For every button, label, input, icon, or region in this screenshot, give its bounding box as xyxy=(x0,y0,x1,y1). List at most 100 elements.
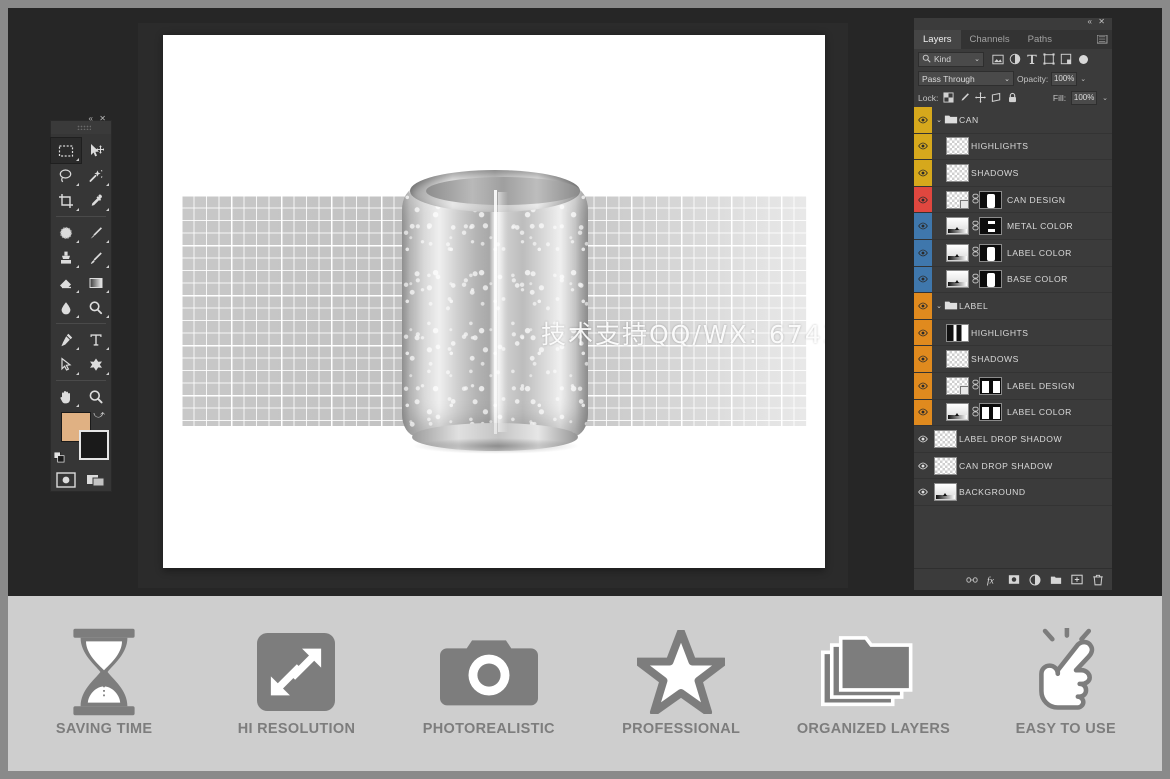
layer-row[interactable]: BASE COLOR xyxy=(914,266,1112,294)
layer-mask-thumbnail[interactable] xyxy=(979,376,1002,395)
zoom-tool[interactable] xyxy=(81,384,111,409)
group-expand-chevron-icon[interactable]: ⌄ xyxy=(934,302,944,310)
layer-thumbnail[interactable] xyxy=(934,483,957,502)
link-layers-icon[interactable] xyxy=(966,574,978,586)
spot-healing-brush-tool[interactable] xyxy=(51,220,81,245)
quick-mask-mode-icon[interactable] xyxy=(55,471,77,489)
close-icon[interactable]: ✕ xyxy=(99,114,106,123)
smart-object-filter-icon[interactable] xyxy=(1059,53,1072,66)
lock-position-icon[interactable] xyxy=(975,92,987,103)
new-layer-icon[interactable] xyxy=(1071,574,1083,586)
layer-row[interactable]: HIGHLIGHTS xyxy=(914,319,1112,347)
layer-row[interactable]: SHADOWS xyxy=(914,346,1112,373)
layer-mask-thumbnail[interactable] xyxy=(979,243,1002,262)
layer-visibility-toggle[interactable] xyxy=(914,293,932,319)
background-color-swatch[interactable] xyxy=(79,430,109,460)
layer-mask-thumbnail[interactable] xyxy=(979,270,1002,289)
path-selection-tool[interactable] xyxy=(51,352,81,377)
adjustment-layer-filter-icon[interactable] xyxy=(1008,53,1021,66)
layer-thumbnail[interactable] xyxy=(946,350,969,369)
screen-mode-icon[interactable] xyxy=(85,471,107,489)
layer-row[interactable]: ⌄ CAN xyxy=(914,107,1112,134)
layer-thumbnail[interactable] xyxy=(946,163,969,182)
layer-visibility-toggle[interactable] xyxy=(914,186,932,213)
layer-thumbnail[interactable] xyxy=(934,429,957,448)
lock-all-icon[interactable] xyxy=(1007,92,1018,103)
shape-layer-filter-icon[interactable] xyxy=(1042,53,1055,66)
type-layer-filter-icon[interactable] xyxy=(1025,53,1038,66)
opacity-input[interactable]: 100% xyxy=(1051,71,1078,86)
lasso-tool[interactable] xyxy=(51,163,81,188)
layer-row[interactable]: LABEL COLOR xyxy=(914,399,1112,427)
layer-thumbnail[interactable] xyxy=(946,190,969,209)
layer-visibility-toggle[interactable] xyxy=(914,107,932,133)
fill-chevron-down-icon[interactable]: ⌄ xyxy=(1102,94,1108,102)
chevron-down-icon[interactable]: ⌄ xyxy=(974,55,980,63)
layer-thumbnail[interactable] xyxy=(934,456,957,475)
shape-tool[interactable] xyxy=(81,352,111,377)
pen-tool[interactable] xyxy=(51,327,81,352)
clone-stamp-tool[interactable] xyxy=(51,245,81,270)
group-expand-chevron-icon[interactable]: ⌄ xyxy=(934,116,944,124)
blur-tool[interactable] xyxy=(51,295,81,320)
delete-layer-icon[interactable] xyxy=(1092,574,1104,586)
crop-tool[interactable] xyxy=(51,188,81,213)
layer-row[interactable]: METAL COLOR xyxy=(914,213,1112,240)
layer-visibility-toggle[interactable] xyxy=(914,239,932,266)
layer-thumbnail[interactable] xyxy=(946,376,969,395)
mask-link-icon[interactable] xyxy=(971,406,979,419)
tab-paths[interactable]: Paths xyxy=(1019,30,1061,49)
filter-toggle-switch[interactable] xyxy=(1079,54,1088,64)
layer-row[interactable]: LABEL DROP SHADOW xyxy=(914,426,1112,453)
new-adjustment-layer-icon[interactable] xyxy=(1029,574,1041,586)
collapse-icon[interactable]: « xyxy=(89,114,93,123)
layer-visibility-toggle[interactable] xyxy=(914,452,932,479)
layer-mask-thumbnail[interactable] xyxy=(979,403,1002,422)
history-brush-tool[interactable] xyxy=(81,245,111,270)
layer-row[interactable]: SHADOWS xyxy=(914,160,1112,187)
opacity-chevron-down-icon[interactable]: ⌄ xyxy=(1080,75,1086,83)
layer-thumbnail[interactable] xyxy=(946,270,969,289)
document-canvas[interactable]: 技术支持QQ/WX: 674316 xyxy=(163,35,825,568)
layer-row[interactable]: LABEL COLOR xyxy=(914,239,1112,267)
swap-colors-icon[interactable]: ⤻ xyxy=(93,409,105,422)
mask-link-icon[interactable] xyxy=(971,220,979,233)
layer-visibility-toggle[interactable] xyxy=(914,426,932,452)
layer-row[interactable]: CAN DESIGN xyxy=(914,186,1112,214)
layer-row[interactable]: ⌄ LABEL xyxy=(914,293,1112,320)
layer-visibility-toggle[interactable] xyxy=(914,160,932,186)
layer-visibility-toggle[interactable] xyxy=(914,319,932,346)
brush-tool[interactable] xyxy=(81,220,111,245)
mask-link-icon[interactable] xyxy=(971,193,979,206)
layer-row[interactable]: CAN DROP SHADOW xyxy=(914,452,1112,480)
layer-row[interactable]: HIGHLIGHTS xyxy=(914,133,1112,161)
tab-channels[interactable]: Channels xyxy=(961,30,1019,49)
eyedropper-tool[interactable] xyxy=(81,188,111,213)
tab-layers[interactable]: Layers xyxy=(914,30,961,49)
gradient-tool[interactable] xyxy=(81,270,111,295)
layer-visibility-toggle[interactable] xyxy=(914,133,932,160)
lock-artboard-nesting-icon[interactable] xyxy=(991,92,1002,103)
eraser-tool[interactable] xyxy=(51,270,81,295)
layer-thumbnail[interactable] xyxy=(946,243,969,262)
layer-thumbnail[interactable] xyxy=(946,137,969,156)
layer-thumbnail[interactable] xyxy=(946,323,969,342)
dodge-tool[interactable] xyxy=(81,295,111,320)
add-layer-mask-icon[interactable] xyxy=(1008,574,1020,586)
layer-mask-thumbnail[interactable] xyxy=(979,217,1002,236)
layer-visibility-toggle[interactable] xyxy=(914,479,932,505)
pixel-layer-filter-icon[interactable] xyxy=(991,53,1004,66)
fill-input[interactable]: 100% xyxy=(1071,90,1098,105)
new-group-icon[interactable] xyxy=(1050,574,1062,586)
mask-link-icon[interactable] xyxy=(971,246,979,259)
layer-visibility-toggle[interactable] xyxy=(914,399,932,426)
layer-visibility-toggle[interactable] xyxy=(914,266,932,293)
layer-thumbnail[interactable] xyxy=(946,403,969,422)
hand-tool[interactable] xyxy=(51,384,81,409)
default-colors-icon[interactable] xyxy=(53,450,65,463)
lock-transparent-pixels-icon[interactable] xyxy=(943,92,954,103)
magic-wand-tool[interactable] xyxy=(81,163,111,188)
layer-visibility-toggle[interactable] xyxy=(914,346,932,372)
layer-visibility-toggle[interactable] xyxy=(914,372,932,399)
panel-menu-icon[interactable] xyxy=(1097,35,1108,44)
